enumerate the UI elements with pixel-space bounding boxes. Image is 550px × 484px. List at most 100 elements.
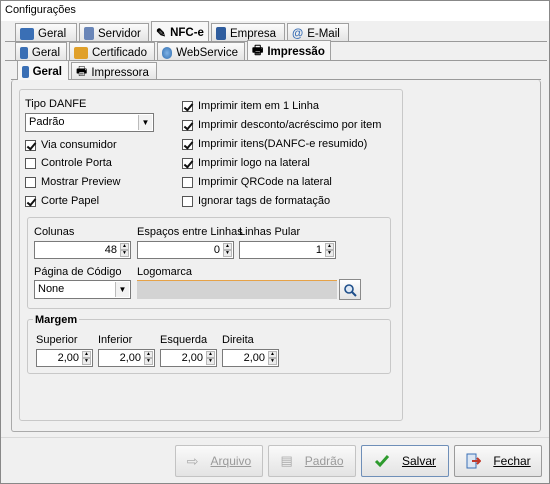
colunas-label: Colunas xyxy=(34,226,75,238)
esquerda-input[interactable]: 2,00 ▲ ▼ xyxy=(160,349,217,367)
checkbox[interactable] xyxy=(25,195,36,207)
chevron-down-icon: ▼ xyxy=(115,282,129,297)
tab-impressora[interactable]: 🖶 Impressora xyxy=(71,62,157,80)
check-corte-papel[interactable]: Corte Papel xyxy=(25,195,99,207)
check-ignorar-tags[interactable]: Ignorar tags de formatação xyxy=(182,195,330,207)
tipo-danfe-select[interactable]: Padrão ▼ xyxy=(25,113,154,132)
logomarca-field[interactable] xyxy=(137,280,337,299)
globe-icon xyxy=(162,46,173,59)
esquerda-label: Esquerda xyxy=(160,334,208,346)
checkbox[interactable] xyxy=(182,119,193,131)
window-icon xyxy=(20,27,34,40)
arquivo-label: Arquivo xyxy=(210,454,252,468)
spin-control[interactable]: ▲ ▼ xyxy=(120,243,129,257)
check-via-consumidor[interactable]: Via consumidor xyxy=(25,139,117,151)
espacos-label: Espaços entre Linhas xyxy=(137,226,243,238)
direita-input[interactable]: 2,00 ▲ ▼ xyxy=(222,349,279,367)
checkbox[interactable] xyxy=(182,138,193,150)
spin-control[interactable]: ▲ ▼ xyxy=(206,351,215,365)
tab-nfce[interactable]: ✎ NFC-e xyxy=(151,21,209,41)
building-icon xyxy=(216,27,226,40)
tab-email[interactable]: @ E-Mail xyxy=(287,23,349,41)
salvar-button[interactable]: Salvar xyxy=(361,445,449,477)
checkbox[interactable] xyxy=(182,195,193,207)
certificate-icon xyxy=(74,46,88,59)
logomarca-browse-button[interactable] xyxy=(339,279,361,300)
tab-label: Empresa xyxy=(230,27,277,40)
tab-impressao[interactable]: 🖶 Impressão xyxy=(247,40,331,60)
pagina-codigo-label: Página de Código xyxy=(34,266,122,278)
checkbox[interactable] xyxy=(25,157,36,169)
espacos-input[interactable]: 0 ▲ ▼ xyxy=(137,241,234,259)
check-label: Imprimir logo na lateral xyxy=(198,157,310,169)
pagina-codigo-value: None xyxy=(38,283,65,295)
tab-servidor[interactable]: Servidor xyxy=(79,23,149,41)
check-label: Imprimir item em 1 Linha xyxy=(198,100,320,112)
tab-label: Impressora xyxy=(91,66,149,79)
checkbox[interactable] xyxy=(182,100,193,112)
check-label: Ignorar tags de formatação xyxy=(198,195,331,207)
fechar-label: Fechar xyxy=(493,454,531,468)
tab-empresa[interactable]: Empresa xyxy=(211,23,285,41)
inferior-input[interactable]: 2,00 ▲ ▼ xyxy=(98,349,155,367)
spin-control[interactable]: ▲ ▼ xyxy=(325,243,334,257)
check-logo-lateral[interactable]: Imprimir logo na lateral xyxy=(182,157,310,169)
file-arrow-icon: ⇨ xyxy=(186,452,199,469)
document-icon: ▤ xyxy=(280,453,293,468)
chevron-down-icon: ▼ xyxy=(138,115,152,130)
colunas-input[interactable]: 48 ▲ ▼ xyxy=(34,241,131,259)
at-icon: @ xyxy=(292,27,304,40)
spin-control[interactable]: ▲ ▼ xyxy=(268,351,277,365)
check-item-1-linha[interactable]: Imprimir item em 1 Linha xyxy=(182,100,319,112)
checkbox[interactable] xyxy=(25,176,36,188)
checkbox[interactable] xyxy=(25,139,36,151)
direita-label: Direita xyxy=(222,334,254,346)
checkbox[interactable] xyxy=(182,176,193,188)
padrao-label: Padrão xyxy=(304,454,344,468)
spin-control[interactable]: ▲ ▼ xyxy=(82,351,91,365)
padrao-button[interactable]: ▤ Padrão xyxy=(268,445,356,477)
check-label: Mostrar Preview xyxy=(41,176,121,188)
linhas-input[interactable]: 1 ▲ ▼ xyxy=(239,241,336,259)
check-label: Via consumidor xyxy=(41,139,117,151)
tab-geral-inner[interactable]: Geral xyxy=(17,60,69,80)
tab-webservice[interactable]: WebService xyxy=(157,42,245,60)
check-label: Controle Porta xyxy=(41,157,112,169)
tab-geral-mid[interactable]: Geral xyxy=(15,42,67,60)
tab-label: E-Mail xyxy=(307,27,340,40)
checkmark-icon xyxy=(374,455,390,468)
configuracoes-window: Configurações Geral Servidor ✎ NFC-e Emp… xyxy=(0,0,550,484)
superior-input[interactable]: 2,00 ▲ ▼ xyxy=(36,349,93,367)
check-mostrar-preview[interactable]: Mostrar Preview xyxy=(25,176,120,188)
margem-title: Margem xyxy=(33,314,80,326)
tab-certificado[interactable]: Certificado xyxy=(69,42,155,60)
check-controle-porta[interactable]: Controle Porta xyxy=(25,157,112,169)
espacos-value: 0 xyxy=(213,244,220,256)
logomarca-label: Logomarca xyxy=(137,266,193,278)
spin-control[interactable]: ▲ ▼ xyxy=(144,351,153,365)
window-icon xyxy=(22,65,29,78)
spin-control[interactable]: ▲ ▼ xyxy=(223,243,232,257)
check-desconto-acrescimo[interactable]: Imprimir desconto/acréscimo por item xyxy=(182,119,381,131)
check-label: Corte Papel xyxy=(41,195,100,207)
inferior-label: Inferior xyxy=(98,334,133,346)
fechar-button[interactable]: Fechar xyxy=(454,445,542,477)
tab-divider xyxy=(5,60,547,61)
arquivo-button[interactable]: ⇨ Arquivo xyxy=(175,445,263,477)
pagina-codigo-select[interactable]: None ▼ xyxy=(34,280,131,299)
tipo-danfe-label: Tipo DANFE xyxy=(25,98,87,110)
tab-label: Geral xyxy=(38,27,67,40)
salvar-label: Salvar xyxy=(401,454,436,468)
tab-label: Geral xyxy=(31,46,60,59)
tab-geral-top[interactable]: Geral xyxy=(15,23,77,41)
tab-label: NFC-e xyxy=(170,26,204,39)
superior-value: 2,00 xyxy=(57,352,79,364)
tab-label: Servidor xyxy=(98,27,141,40)
check-label: Imprimir desconto/acréscimo por item xyxy=(198,119,382,131)
check-qrcode-lateral[interactable]: Imprimir QRCode na lateral xyxy=(182,176,332,188)
checkbox[interactable] xyxy=(182,157,193,169)
nfce-icon: ✎ xyxy=(156,25,167,40)
check-itens-resumido[interactable]: Imprimir itens(DANFC-e resumido) xyxy=(182,138,367,150)
tab-label: Certificado xyxy=(92,46,147,59)
printer-icon: 🖶 xyxy=(252,43,264,57)
